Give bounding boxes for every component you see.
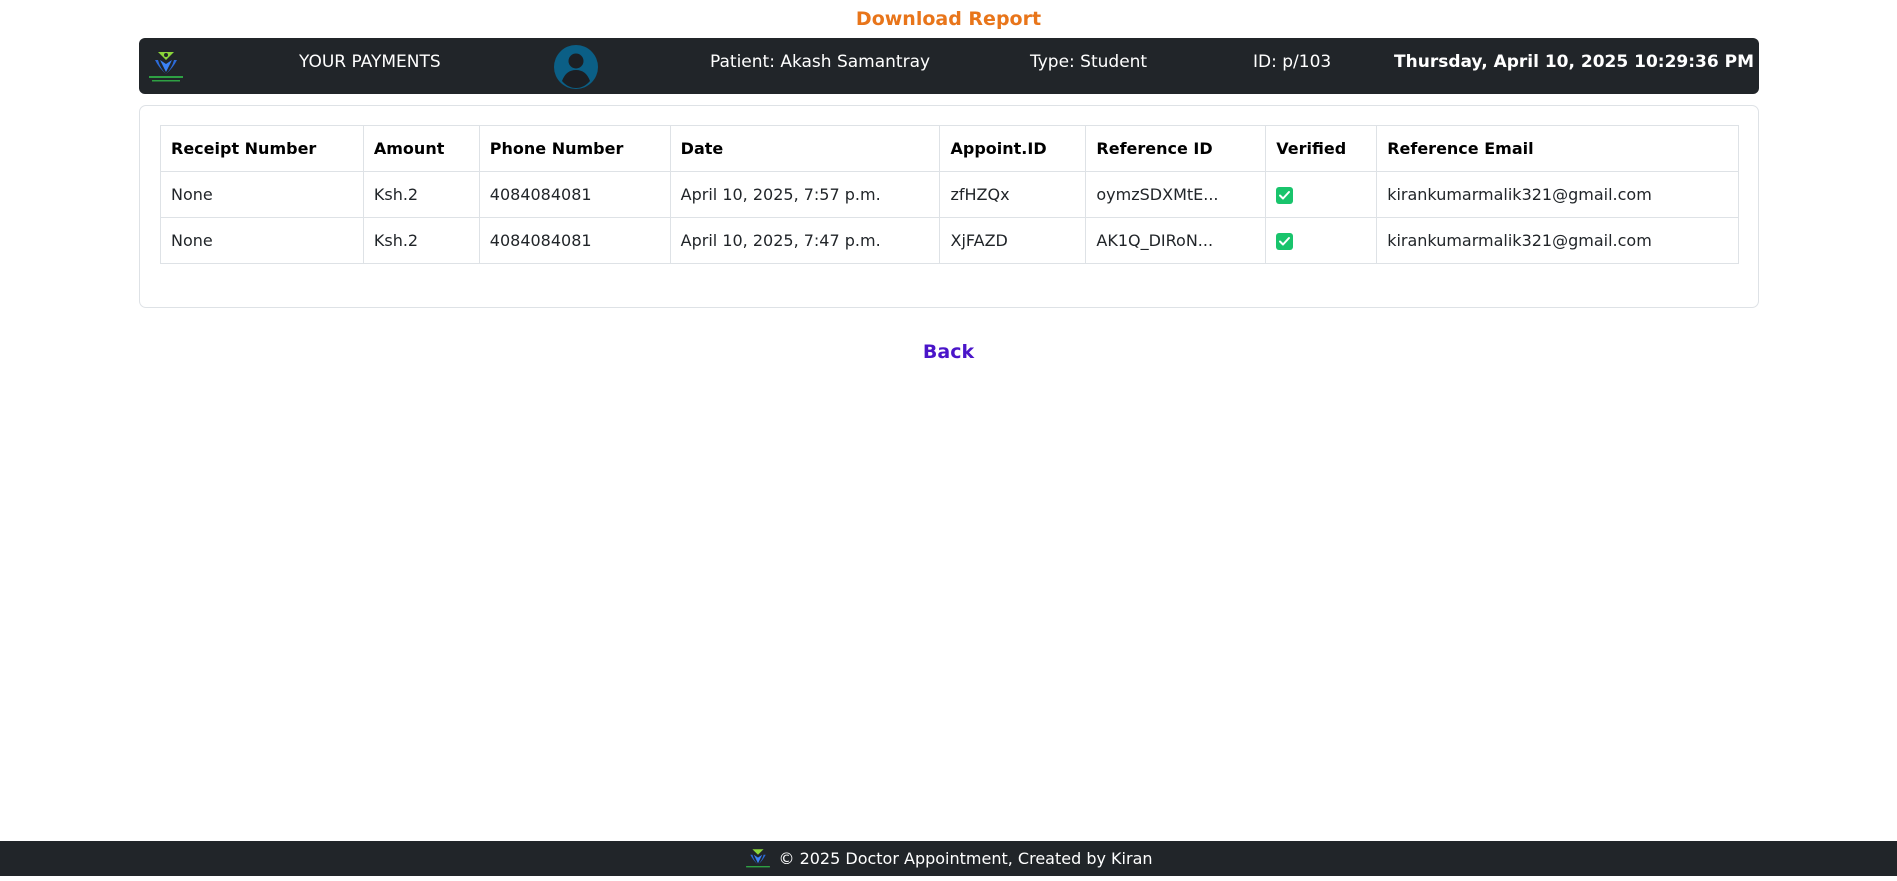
logo-icon [746, 848, 771, 867]
receipt-number-cell: None [160, 171, 364, 218]
reference-id-cell: AK1Q_DIRoN... [1085, 217, 1267, 264]
reference-email-cell: kirankumarmalik321@gmail.com [1376, 171, 1739, 218]
verified-cell [1265, 171, 1378, 218]
column-header: Amount [362, 125, 480, 172]
reference-email-cell: kirankumarmalik321@gmail.com [1376, 217, 1739, 264]
receipt-number-cell: None [160, 217, 364, 264]
column-header: Verified [1265, 125, 1378, 172]
appoint-id-cell: XjFAZD [939, 217, 1087, 264]
column-header: Date [669, 125, 941, 172]
table-row: None Ksh.2 4084084081 April 10, 2025, 7:… [160, 217, 1739, 264]
amount-cell: Ksh.2 [362, 171, 480, 218]
current-datetime: Thursday, April 10, 2025 10:29:36 PM [1394, 52, 1754, 72]
column-header: Receipt Number [160, 125, 364, 172]
header-bar: YOUR PAYMENTS Patient: Akash Samantray T… [139, 38, 1759, 94]
patient-type: Type: Student [1030, 52, 1148, 72]
appoint-id-cell: zfHZQx [939, 171, 1087, 218]
table-row: None Ksh.2 4084084081 April 10, 2025, 7:… [160, 171, 1739, 218]
footer: © 2025 Doctor Appointment, Created by Ki… [0, 841, 1897, 876]
column-header: Reference Email [1376, 125, 1739, 172]
reference-id-cell: oymzSDXMtE... [1085, 171, 1267, 218]
download-report-link[interactable]: Download Report [0, 7, 1897, 31]
patient-name: Patient: Akash Samantray [710, 52, 931, 72]
payments-table: Receipt Number Amount Phone Number Date … [160, 125, 1739, 264]
date-cell: April 10, 2025, 7:57 p.m. [669, 171, 941, 218]
column-header: Appoint.ID [939, 125, 1087, 172]
avatar-icon[interactable] [554, 45, 598, 89]
column-header: Phone Number [478, 125, 671, 172]
phone-number-cell: 4084084081 [478, 217, 671, 264]
patient-id: ID: p/103 [1253, 52, 1332, 72]
column-header: Reference ID [1085, 125, 1267, 172]
verified-check-icon [1276, 187, 1294, 204]
verified-check-icon [1276, 233, 1294, 250]
table-header-row: Receipt Number Amount Phone Number Date … [160, 125, 1739, 172]
footer-text: © 2025 Doctor Appointment, Created by Ki… [778, 849, 1153, 868]
payments-card: Receipt Number Amount Phone Number Date … [139, 105, 1759, 308]
date-cell: April 10, 2025, 7:47 p.m. [669, 217, 941, 264]
phone-number-cell: 4084084081 [478, 171, 671, 218]
payments-page: Download Report YOUR PAYMENTS Patient: A… [0, 0, 1897, 881]
back-link[interactable]: Back [0, 341, 1897, 363]
verified-cell [1265, 217, 1378, 264]
page-title: YOUR PAYMENTS [299, 52, 441, 72]
amount-cell: Ksh.2 [362, 217, 480, 264]
logo-icon [149, 52, 183, 82]
